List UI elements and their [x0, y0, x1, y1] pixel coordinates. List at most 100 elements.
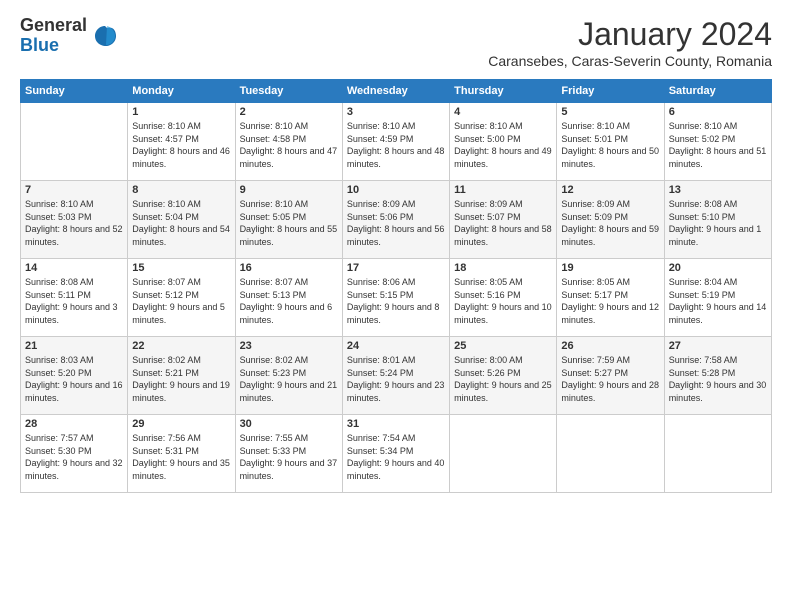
col-thursday: Thursday [450, 80, 557, 103]
calendar-cell: 8 Sunrise: 8:10 AMSunset: 5:04 PMDayligh… [128, 181, 235, 259]
day-number: 3 [347, 106, 445, 118]
day-info: Sunrise: 8:07 AMSunset: 5:12 PMDaylight:… [132, 277, 225, 325]
logo-blue: Blue [20, 35, 59, 55]
calendar-cell: 7 Sunrise: 8:10 AMSunset: 5:03 PMDayligh… [21, 181, 128, 259]
calendar-cell: 4 Sunrise: 8:10 AMSunset: 5:00 PMDayligh… [450, 103, 557, 181]
day-number: 22 [132, 340, 230, 352]
calendar-table: Sunday Monday Tuesday Wednesday Thursday… [20, 79, 772, 493]
day-number: 23 [240, 340, 338, 352]
day-info: Sunrise: 8:10 AMSunset: 4:57 PMDaylight:… [132, 121, 230, 169]
calendar-cell: 23 Sunrise: 8:02 AMSunset: 5:23 PMDaylig… [235, 337, 342, 415]
calendar-cell: 1 Sunrise: 8:10 AMSunset: 4:57 PMDayligh… [128, 103, 235, 181]
calendar-cell: 29 Sunrise: 7:56 AMSunset: 5:31 PMDaylig… [128, 415, 235, 493]
col-sunday: Sunday [21, 80, 128, 103]
day-number: 2 [240, 106, 338, 118]
day-number: 27 [669, 340, 767, 352]
day-number: 6 [669, 106, 767, 118]
day-info: Sunrise: 8:05 AMSunset: 5:16 PMDaylight:… [454, 277, 552, 325]
day-info: Sunrise: 8:05 AMSunset: 5:17 PMDaylight:… [561, 277, 659, 325]
calendar-cell: 14 Sunrise: 8:08 AMSunset: 5:11 PMDaylig… [21, 259, 128, 337]
calendar-cell: 9 Sunrise: 8:10 AMSunset: 5:05 PMDayligh… [235, 181, 342, 259]
calendar-cell: 18 Sunrise: 8:05 AMSunset: 5:16 PMDaylig… [450, 259, 557, 337]
day-number: 29 [132, 418, 230, 430]
day-info: Sunrise: 7:57 AMSunset: 5:30 PMDaylight:… [25, 433, 123, 481]
title-block: January 2024 Caransebes, Caras-Severin C… [488, 16, 772, 69]
day-info: Sunrise: 8:06 AMSunset: 5:15 PMDaylight:… [347, 277, 440, 325]
day-number: 16 [240, 262, 338, 274]
calendar-cell: 31 Sunrise: 7:54 AMSunset: 5:34 PMDaylig… [342, 415, 449, 493]
day-number: 10 [347, 184, 445, 196]
calendar-cell [557, 415, 664, 493]
day-number: 26 [561, 340, 659, 352]
day-info: Sunrise: 8:07 AMSunset: 5:13 PMDaylight:… [240, 277, 333, 325]
day-number: 28 [25, 418, 123, 430]
day-info: Sunrise: 8:10 AMSunset: 5:01 PMDaylight:… [561, 121, 659, 169]
day-number: 15 [132, 262, 230, 274]
day-info: Sunrise: 8:01 AMSunset: 5:24 PMDaylight:… [347, 355, 445, 403]
day-number: 13 [669, 184, 767, 196]
day-number: 8 [132, 184, 230, 196]
col-wednesday: Wednesday [342, 80, 449, 103]
calendar-cell: 24 Sunrise: 8:01 AMSunset: 5:24 PMDaylig… [342, 337, 449, 415]
day-info: Sunrise: 8:10 AMSunset: 5:02 PMDaylight:… [669, 121, 767, 169]
calendar-cell: 15 Sunrise: 8:07 AMSunset: 5:12 PMDaylig… [128, 259, 235, 337]
calendar-page: General Blue January 2024 Caransebes, Ca… [0, 0, 792, 612]
header-row: Sunday Monday Tuesday Wednesday Thursday… [21, 80, 772, 103]
calendar-cell: 22 Sunrise: 8:02 AMSunset: 5:21 PMDaylig… [128, 337, 235, 415]
calendar-week-2: 7 Sunrise: 8:10 AMSunset: 5:03 PMDayligh… [21, 181, 772, 259]
day-info: Sunrise: 8:03 AMSunset: 5:20 PMDaylight:… [25, 355, 123, 403]
calendar-cell: 30 Sunrise: 7:55 AMSunset: 5:33 PMDaylig… [235, 415, 342, 493]
calendar-cell: 3 Sunrise: 8:10 AMSunset: 4:59 PMDayligh… [342, 103, 449, 181]
day-number: 1 [132, 106, 230, 118]
day-number: 30 [240, 418, 338, 430]
calendar-cell: 17 Sunrise: 8:06 AMSunset: 5:15 PMDaylig… [342, 259, 449, 337]
day-info: Sunrise: 7:55 AMSunset: 5:33 PMDaylight:… [240, 433, 338, 481]
day-number: 21 [25, 340, 123, 352]
day-info: Sunrise: 7:59 AMSunset: 5:27 PMDaylight:… [561, 355, 659, 403]
day-info: Sunrise: 8:08 AMSunset: 5:10 PMDaylight:… [669, 199, 762, 247]
calendar-cell: 25 Sunrise: 8:00 AMSunset: 5:26 PMDaylig… [450, 337, 557, 415]
day-number: 12 [561, 184, 659, 196]
day-info: Sunrise: 8:10 AMSunset: 4:58 PMDaylight:… [240, 121, 338, 169]
calendar-cell: 20 Sunrise: 8:04 AMSunset: 5:19 PMDaylig… [664, 259, 771, 337]
day-number: 7 [25, 184, 123, 196]
day-info: Sunrise: 8:09 AMSunset: 5:07 PMDaylight:… [454, 199, 552, 247]
logo-general: General [20, 15, 87, 35]
day-info: Sunrise: 8:09 AMSunset: 5:06 PMDaylight:… [347, 199, 445, 247]
day-number: 4 [454, 106, 552, 118]
day-info: Sunrise: 8:04 AMSunset: 5:19 PMDaylight:… [669, 277, 767, 325]
calendar-cell: 13 Sunrise: 8:08 AMSunset: 5:10 PMDaylig… [664, 181, 771, 259]
day-info: Sunrise: 8:10 AMSunset: 5:04 PMDaylight:… [132, 199, 230, 247]
calendar-cell: 28 Sunrise: 7:57 AMSunset: 5:30 PMDaylig… [21, 415, 128, 493]
header: General Blue January 2024 Caransebes, Ca… [20, 16, 772, 69]
calendar-cell [450, 415, 557, 493]
calendar-cell: 10 Sunrise: 8:09 AMSunset: 5:06 PMDaylig… [342, 181, 449, 259]
calendar-cell: 19 Sunrise: 8:05 AMSunset: 5:17 PMDaylig… [557, 259, 664, 337]
day-number: 9 [240, 184, 338, 196]
col-saturday: Saturday [664, 80, 771, 103]
calendar-week-4: 21 Sunrise: 8:03 AMSunset: 5:20 PMDaylig… [21, 337, 772, 415]
col-friday: Friday [557, 80, 664, 103]
day-number: 19 [561, 262, 659, 274]
col-tuesday: Tuesday [235, 80, 342, 103]
day-number: 5 [561, 106, 659, 118]
calendar-cell: 26 Sunrise: 7:59 AMSunset: 5:27 PMDaylig… [557, 337, 664, 415]
day-number: 11 [454, 184, 552, 196]
calendar-cell: 5 Sunrise: 8:10 AMSunset: 5:01 PMDayligh… [557, 103, 664, 181]
calendar-cell: 11 Sunrise: 8:09 AMSunset: 5:07 PMDaylig… [450, 181, 557, 259]
location-title: Caransebes, Caras-Severin County, Romani… [488, 53, 772, 69]
day-info: Sunrise: 7:58 AMSunset: 5:28 PMDaylight:… [669, 355, 767, 403]
day-number: 31 [347, 418, 445, 430]
day-info: Sunrise: 8:10 AMSunset: 5:05 PMDaylight:… [240, 199, 338, 247]
calendar-cell [664, 415, 771, 493]
day-info: Sunrise: 7:56 AMSunset: 5:31 PMDaylight:… [132, 433, 230, 481]
day-number: 17 [347, 262, 445, 274]
day-number: 25 [454, 340, 552, 352]
logo: General Blue [20, 16, 119, 56]
day-info: Sunrise: 8:08 AMSunset: 5:11 PMDaylight:… [25, 277, 118, 325]
month-title: January 2024 [488, 16, 772, 53]
day-info: Sunrise: 8:02 AMSunset: 5:21 PMDaylight:… [132, 355, 230, 403]
day-info: Sunrise: 8:09 AMSunset: 5:09 PMDaylight:… [561, 199, 659, 247]
calendar-cell: 21 Sunrise: 8:03 AMSunset: 5:20 PMDaylig… [21, 337, 128, 415]
day-number: 20 [669, 262, 767, 274]
